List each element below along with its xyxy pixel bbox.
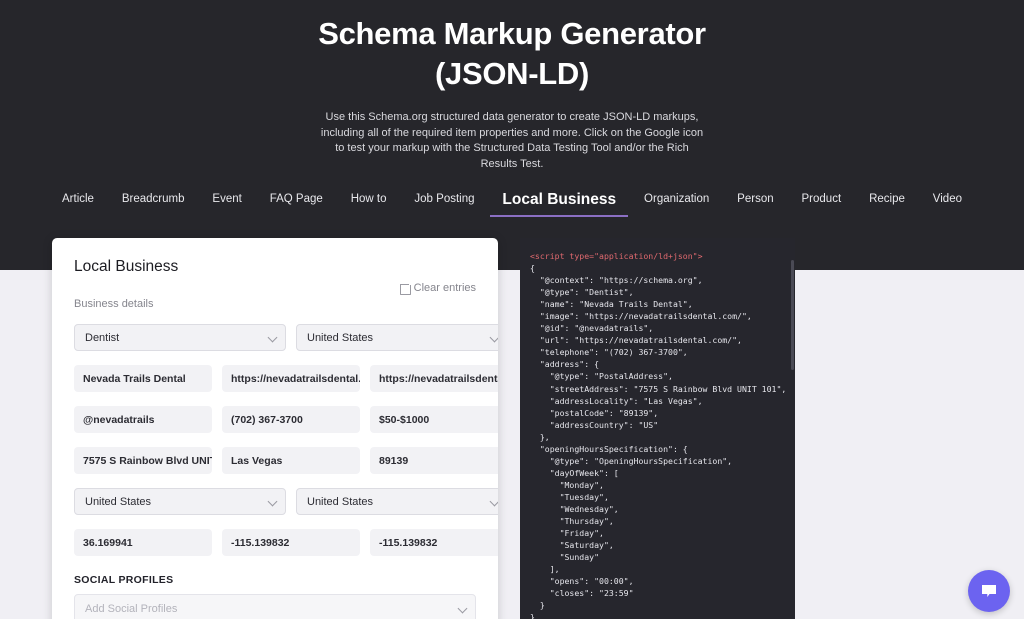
street-address-input[interactable]: 7575 S Rainbow Blvd UNIT 101 [74, 447, 212, 474]
chevron-down-icon [457, 603, 468, 613]
form-row-address: 7575 S Rainbow Blvd UNIT 101 Las Vegas 8… [74, 447, 498, 474]
longitude-input[interactable]: -115.139832 [222, 529, 360, 556]
clear-entries-label: Clear entries [413, 282, 476, 294]
longitude-input-secondary[interactable]: -115.139832 [370, 529, 498, 556]
country-select-top-value: United States [307, 331, 374, 344]
form-subtitle: Business details [74, 298, 154, 310]
page-title: Schema Markup Generator (JSON-LD) [0, 0, 1024, 94]
chat-widget-button[interactable] [968, 570, 1010, 612]
image-url-input[interactable]: https://nevadatrailsdental.com/ [222, 365, 360, 392]
tab-video[interactable]: Video [931, 190, 964, 214]
form-row-id-phone-price: @nevadatrails (702) 367-3700 $50-$1000 [74, 406, 498, 433]
code-scrollbar[interactable] [791, 260, 794, 370]
form-row-type-country: Dentist United States [74, 324, 498, 351]
social-profiles-placeholder: Add Social Profiles [85, 602, 178, 615]
tab-job-posting[interactable]: Job Posting [412, 190, 476, 214]
chevron-down-icon [267, 332, 278, 342]
form-row-geo: 36.169941 -115.139832 -115.139832 [74, 529, 498, 556]
website-url-input[interactable]: https://nevadatrailsdental.com/ [370, 365, 498, 392]
tab-local-business[interactable]: Local Business [490, 188, 628, 217]
social-profiles-select[interactable]: Add Social Profiles [74, 594, 476, 619]
country-select-top[interactable]: United States [296, 324, 498, 351]
business-type-value: Dentist [85, 331, 120, 344]
business-id-input[interactable]: @nevadatrails [74, 406, 212, 433]
country-select-left-value: United States [85, 495, 152, 508]
clear-entries-button[interactable]: Clear entries [399, 282, 476, 295]
country-select-left[interactable]: United States [74, 488, 286, 515]
page-title-line1: Schema Markup Generator [318, 16, 706, 51]
trash-icon [399, 283, 411, 295]
page-title-line2: (JSON-LD) [434, 56, 589, 91]
tab-how-to[interactable]: How to [349, 190, 389, 214]
json-ld-output-panel[interactable]: <script type="application/ld+json"> { "@… [520, 238, 795, 619]
social-profiles-label: SOCIAL PROFILES [74, 574, 174, 586]
tab-recipe[interactable]: Recipe [867, 190, 907, 214]
telephone-input[interactable]: (702) 367-3700 [222, 406, 360, 433]
price-range-input[interactable]: $50-$1000 [370, 406, 498, 433]
schema-type-tabs: Article Breadcrumb Event FAQ Page How to Job … [0, 186, 1024, 218]
country-select-right[interactable]: United States [296, 488, 498, 515]
tab-event[interactable]: Event [210, 190, 243, 214]
postal-code-input[interactable]: 89139 [370, 447, 498, 474]
script-open-tag: <script type="application/ld+json"> [530, 251, 703, 261]
country-select-right-value: United States [307, 495, 374, 508]
tab-product[interactable]: Product [800, 190, 844, 214]
hero-header: Schema Markup Generator (JSON-LD) Use th… [0, 0, 1024, 270]
form-header: Local Business Clear entries [74, 258, 476, 295]
form-row-name-image-url: Nevada Trails Dental https://nevadatrail… [74, 365, 498, 392]
form-title: Local Business [74, 258, 179, 275]
locality-input[interactable]: Las Vegas [222, 447, 360, 474]
json-ld-code-body: { "@context": "https://schema.org", "@ty… [530, 263, 787, 619]
page-subtitle: Use this Schema.org structured data gene… [320, 111, 704, 170]
business-name-input[interactable]: Nevada Trails Dental [74, 365, 212, 392]
tab-organization[interactable]: Organization [642, 190, 711, 214]
latitude-input[interactable]: 36.169941 [74, 529, 212, 556]
tab-person[interactable]: Person [735, 190, 775, 214]
tab-article[interactable]: Article [60, 190, 96, 214]
tab-breadcrumb[interactable]: Breadcrumb [120, 190, 187, 214]
chevron-down-icon [489, 496, 498, 506]
app-root: Schema Markup Generator (JSON-LD) Use th… [0, 0, 1024, 619]
form-row-country-selects: United States United States [74, 488, 498, 515]
local-business-form-card: Local Business Clear entries Business de… [52, 238, 498, 619]
tab-faq-page[interactable]: FAQ Page [268, 190, 325, 214]
chat-bubble-icon [982, 585, 996, 597]
chevron-down-icon [489, 332, 498, 342]
business-type-select[interactable]: Dentist [74, 324, 286, 351]
chevron-down-icon [267, 496, 278, 506]
